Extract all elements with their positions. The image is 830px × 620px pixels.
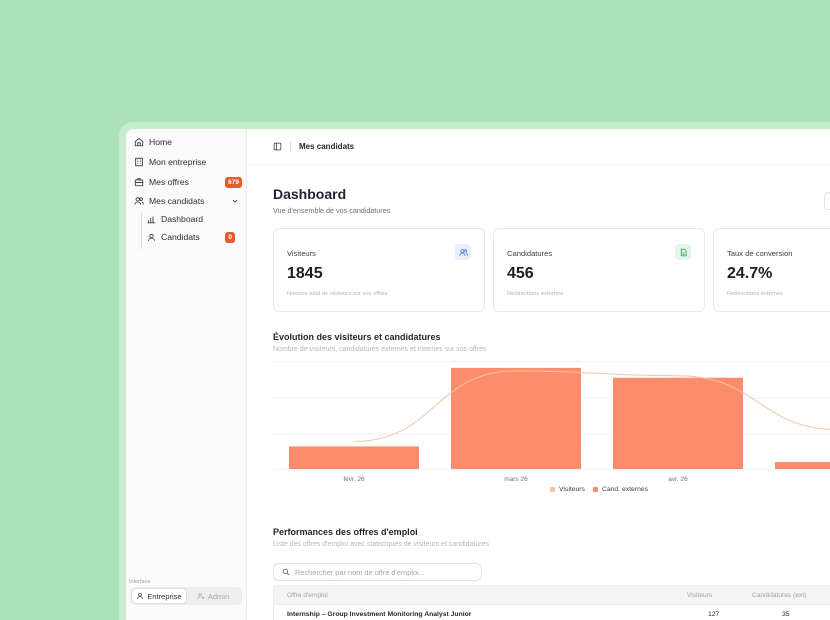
bar-3 [613, 377, 743, 469]
sidebar-item-label: Mon entreprise [149, 157, 207, 167]
legend-label: Cand. externes [601, 486, 649, 493]
stat-description: Redirections externes [727, 291, 784, 297]
evolution-subtitle: Nombre de visiteurs, candidatures extern… [273, 346, 487, 353]
sidebar-subitem-label: Dashboard [161, 214, 204, 224]
sidebar-item-mes-candidats[interactable]: Mes candidats [134, 193, 242, 209]
candidats-count-badge: 0 [225, 231, 235, 243]
x-tick-label-2: mars 26 [504, 476, 528, 483]
stat-value: 24.7% [727, 265, 773, 282]
offers-count-badge: 679 [225, 176, 242, 188]
column-header-visiteurs[interactable]: Visiteurs [687, 592, 712, 599]
topbar-divider [290, 141, 291, 152]
topbar: Mes candidats [247, 129, 830, 165]
bar-1 [289, 446, 419, 469]
stat-label: Taux de conversion [727, 249, 793, 258]
page-subtitle: Vue d'ensemble de vos candidatures [273, 206, 391, 215]
switch-entreprise-label: Entreprise [147, 591, 182, 601]
cell-candidatures: 35 [782, 611, 790, 618]
users-icon [134, 197, 144, 205]
legend-swatch [592, 487, 598, 492]
sidebar-item-label: Mes candidats [149, 196, 205, 206]
stat-icon-badge [675, 244, 691, 260]
sidebar-item-home[interactable]: Home [134, 134, 242, 150]
users-icon [458, 248, 468, 256]
search-icon [282, 568, 290, 576]
legend-label: Visiteurs [559, 486, 585, 493]
column-header-candidatures[interactable]: Candidatures (ext) [752, 592, 806, 599]
stat-description: Nombre total de visiteurs sur vos offres [287, 291, 388, 297]
sidebar-toggle-icon[interactable] [273, 142, 282, 151]
bar-chart-icon [147, 216, 156, 223]
legend-swatch [550, 487, 555, 492]
table-row[interactable]: Internship – Group Investment Monitoring… [273, 605, 830, 620]
stat-icon-badge [455, 244, 471, 260]
switch-admin-button[interactable]: Admin [186, 589, 240, 603]
cell-offre: Internship – Group Investment Monitoring… [287, 611, 472, 618]
interface-switcher: Entreprise Admin [130, 587, 242, 605]
bar-4 [775, 462, 830, 469]
breadcrumb-title: Mes candidats [299, 142, 355, 151]
header-action-button[interactable] [824, 192, 830, 210]
x-tick-label-3: avr. 26 [668, 476, 688, 483]
stat-description: Redirections externes [507, 291, 564, 297]
stat-label: Visiteurs [287, 249, 316, 258]
app-window: Home Mon entreprise Mes offres 679 Mes c… [126, 129, 830, 620]
stat-card-candidatures: Candidatures 456 Redirections externes [493, 228, 705, 312]
stat-card-visiteurs: Visiteurs 1845 Nombre total de visiteurs… [273, 228, 485, 312]
table-header: Offre d'emploi Visiteurs Candidatures (e… [273, 585, 830, 605]
sidebar-subitem-candidats[interactable]: Candidats 0 [147, 229, 235, 245]
line-series-visiteurs [353, 370, 830, 443]
sidebar-item-mes-offres[interactable]: Mes offres 679 [134, 174, 242, 190]
interface-label: Interface [129, 579, 151, 585]
app-window-frame: Home Mon entreprise Mes offres 679 Mes c… [119, 122, 830, 620]
column-header-offre[interactable]: Offre d'emploi [287, 592, 328, 599]
chart-legend: Visiteurs Cand. externes [550, 486, 656, 493]
user-icon [137, 592, 144, 600]
sidebar-subitem-label: Candidats [161, 232, 200, 242]
search-placeholder: Rechercher par nom de offre d'emploi... [295, 567, 425, 577]
offers-table: Offre d'emploi Visiteurs Candidatures (e… [273, 585, 830, 620]
sidebar-item-mon-entreprise[interactable]: Mon entreprise [134, 154, 242, 170]
evolution-chart: févr. 26 mars 26 avr. 26 [273, 361, 830, 483]
briefcase-icon [134, 178, 144, 187]
stat-value: 456 [507, 265, 534, 282]
sidebar: Home Mon entreprise Mes offres 679 Mes c… [126, 129, 247, 620]
stat-card-taux-conversion: Taux de conversion 24.7% Redirections ex… [713, 228, 830, 312]
file-icon [680, 248, 687, 256]
performances-title: Performances des offres d'emploi [273, 527, 418, 537]
bar-2 [451, 367, 581, 469]
stat-label: Candidatures [507, 249, 553, 258]
offer-search-input[interactable]: Rechercher par nom de offre d'emploi... [273, 563, 482, 581]
x-tick-label-1: févr. 26 [343, 476, 365, 483]
performances-subtitle: Liste des offres d'emploi avec statistiq… [273, 541, 489, 548]
user-icon [148, 233, 155, 241]
sidebar-item-label: Mes offres [149, 177, 189, 187]
legend-item-visiteurs: Visiteurs [550, 486, 585, 493]
building-icon [135, 157, 143, 167]
page-title: Dashboard [273, 186, 347, 202]
cell-visiteurs: 127 [708, 611, 720, 618]
legend-item-cand-externes: Cand. externes [592, 486, 649, 493]
evolution-title: Évolution des visiteurs et candidatures [273, 332, 441, 342]
sidebar-item-label: Home [149, 137, 172, 147]
home-icon [134, 137, 144, 147]
user-cog-icon [197, 593, 205, 600]
switch-entreprise-button[interactable]: Entreprise [132, 589, 186, 603]
stat-value: 1845 [287, 265, 323, 282]
chevron-down-icon[interactable] [231, 197, 239, 205]
submenu-guide-line [141, 213, 142, 249]
switch-admin-label: Admin [207, 591, 230, 601]
sidebar-subitem-dashboard[interactable]: Dashboard [147, 211, 227, 227]
